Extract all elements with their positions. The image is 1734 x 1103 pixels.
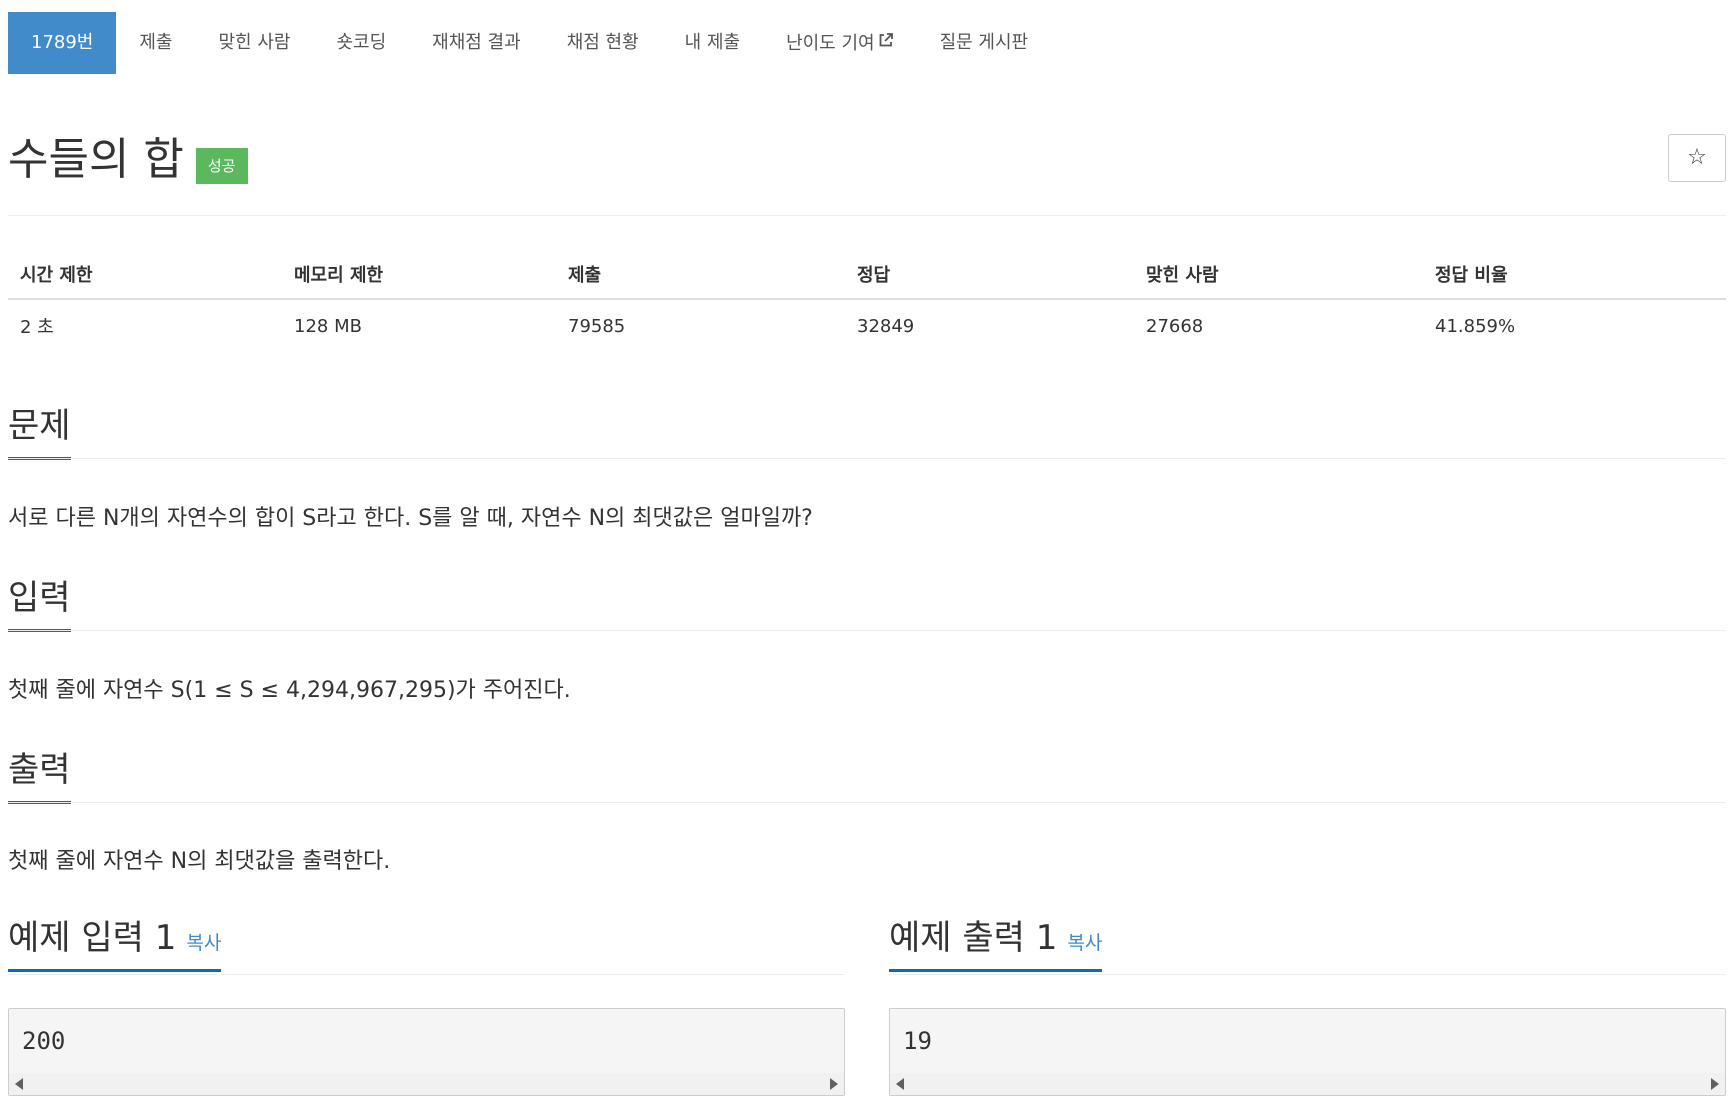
sample-output-panel: 예제 출력 1 복사 19 (889, 910, 1726, 1096)
input-section-title: 입력 (8, 570, 71, 632)
header-memory-limit: 메모리 제한 (282, 250, 556, 300)
tab-difficulty-label: 난이도 기여 (786, 33, 875, 54)
copy-sample-output-link[interactable]: 복사 (1067, 932, 1102, 954)
input-description: 첫째 줄에 자연수 S(1 ≤ S ≤ 4,294,967,295)가 주어진다… (8, 678, 571, 703)
section-divider (8, 458, 1726, 459)
section-divider (889, 974, 1726, 975)
star-icon: ☆ (1687, 145, 1707, 170)
scroll-right-icon[interactable] (1711, 1078, 1719, 1090)
external-link-icon (878, 12, 894, 74)
scroll-left-icon[interactable] (15, 1078, 23, 1090)
problem-section-header: 문제 (8, 398, 1726, 460)
header-time-limit: 시간 제한 (8, 250, 282, 300)
sample-output-title: 예제 출력 1 (889, 918, 1058, 958)
scroll-right-icon[interactable] (830, 1078, 838, 1090)
sample-input-title-wrap: 예제 입력 1 복사 (8, 910, 222, 972)
output-description: 첫째 줄에 자연수 N의 최댓값을 출력한다. (8, 849, 391, 874)
header-accepted-ratio: 정답 비율 (1423, 250, 1726, 300)
problem-info-table: 시간 제한 메모리 제한 제출 정답 맞힌 사람 정답 비율 2 초 128 M… (8, 250, 1726, 352)
cell-memory-limit: 128 MB (294, 315, 362, 337)
output-section-header: 출력 (8, 742, 1726, 804)
sample-output-value: 19 (903, 1027, 932, 1055)
sample-output-header: 예제 출력 1 복사 (889, 910, 1726, 975)
sample-input-value: 200 (22, 1027, 66, 1055)
status-badge: 성공 (195, 148, 248, 184)
tab-submit[interactable]: 제출 (116, 12, 195, 74)
header-solved-users: 맞힌 사람 (1134, 250, 1423, 300)
cell-solved-users: 27668 (1146, 315, 1204, 337)
title-divider (8, 215, 1726, 216)
cell-submissions: 79585 (568, 315, 626, 337)
problem-header: 수들의 합 성공 (8, 130, 248, 190)
sample-input-title: 예제 입력 1 (8, 918, 177, 958)
page-title: 수들의 합 (8, 134, 184, 185)
tab-rejudge-results[interactable]: 재채점 결과 (409, 12, 544, 74)
header-submissions: 제출 (556, 250, 845, 300)
sample-output-box: 19 (889, 1008, 1726, 1096)
cell-time-limit: 2 초 (20, 317, 54, 338)
section-divider (8, 802, 1726, 803)
sample-input-box: 200 (8, 1008, 845, 1096)
tab-judge-status[interactable]: 채점 현황 (544, 12, 662, 74)
tab-difficulty-contribution[interactable]: 난이도 기여 (763, 12, 917, 74)
tab-my-submissions[interactable]: 내 제출 (662, 12, 763, 74)
cell-accepted: 32849 (857, 315, 915, 337)
tab-solved-users[interactable]: 맞힌 사람 (196, 12, 314, 74)
sample-input-panel: 예제 입력 1 복사 200 (8, 910, 845, 1096)
sample-input-header: 예제 입력 1 복사 (8, 910, 845, 975)
favorite-star-button[interactable]: ☆ (1668, 134, 1726, 182)
tab-question-board[interactable]: 질문 게시판 (917, 12, 1052, 74)
horizontal-scrollbar[interactable] (9, 1073, 844, 1095)
input-section-header: 입력 (8, 570, 1726, 632)
table-row: 2 초 128 MB 79585 32849 27668 41.859% (8, 299, 1726, 352)
tab-short-coding[interactable]: 숏코딩 (313, 12, 409, 74)
tab-problem-number[interactable]: 1789번 (8, 12, 117, 74)
problem-description: 서로 다른 N개의 자연수의 합이 S라고 한다. S를 알 때, 자연수 N의… (8, 506, 813, 531)
problem-section-title: 문제 (8, 398, 71, 460)
output-section-title: 출력 (8, 742, 71, 804)
header-accepted: 정답 (845, 250, 1134, 300)
horizontal-scrollbar[interactable] (890, 1073, 1725, 1095)
cell-accepted-ratio: 41.859% (1435, 315, 1516, 337)
section-divider (8, 630, 1726, 631)
section-divider (8, 974, 845, 975)
copy-sample-input-link[interactable]: 복사 (186, 932, 221, 954)
scroll-left-icon[interactable] (896, 1078, 904, 1090)
sample-output-title-wrap: 예제 출력 1 복사 (889, 910, 1103, 972)
table-header-row: 시간 제한 메모리 제한 제출 정답 맞힌 사람 정답 비율 (8, 250, 1726, 300)
problem-nav: 1789번 제출 맞힌 사람 숏코딩 재채점 결과 채점 현황 내 제출 난이도… (8, 12, 1051, 74)
